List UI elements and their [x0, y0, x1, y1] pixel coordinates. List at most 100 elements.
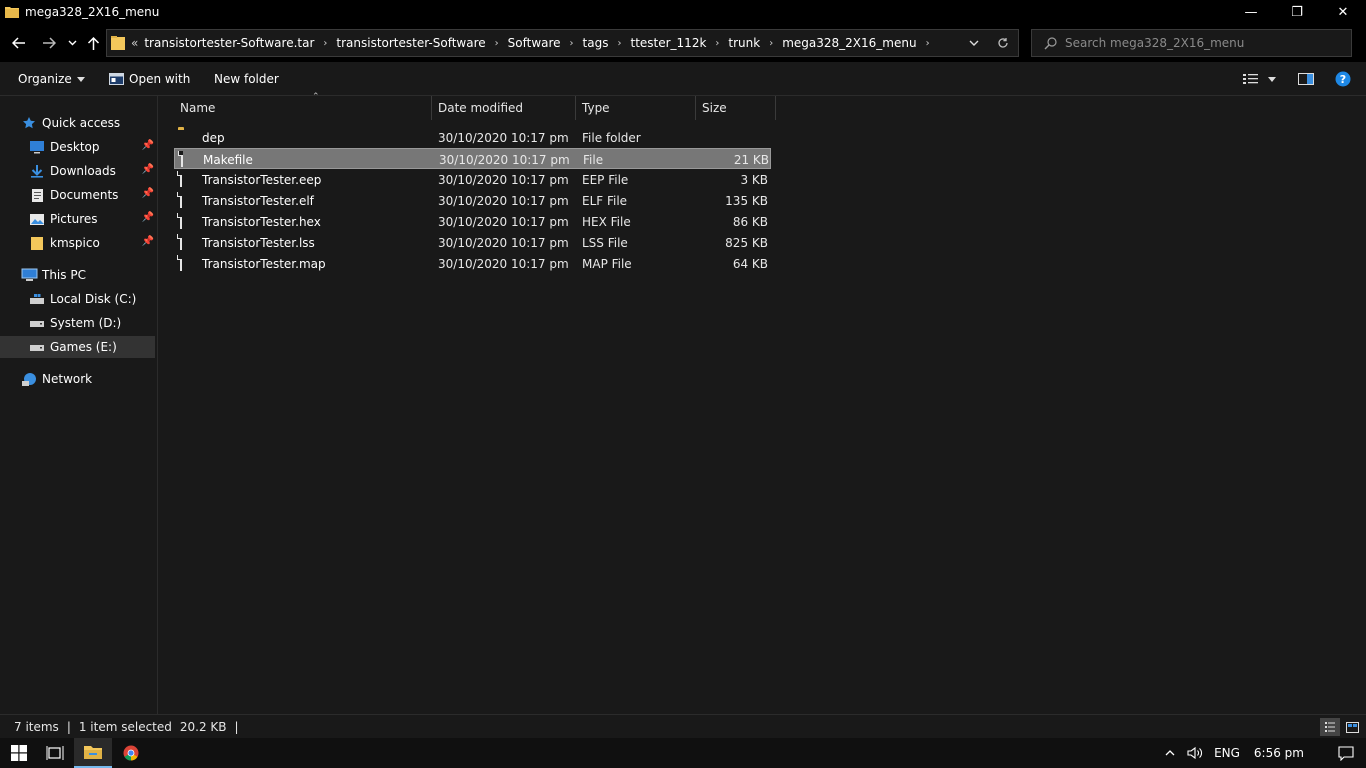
forward-button[interactable] [38, 32, 60, 54]
large-icons-view-icon [1345, 721, 1359, 733]
volume-button[interactable] [1182, 746, 1208, 760]
open-with-button[interactable]: Open with [109, 70, 190, 88]
preview-pane-button[interactable] [1298, 70, 1314, 88]
pin-icon[interactable]: 📌 [142, 164, 154, 175]
language-indicator[interactable]: ENG [1214, 746, 1240, 760]
nav-label: This PC [42, 268, 86, 282]
show-hidden-icons-button[interactable] [1158, 750, 1182, 756]
nav-drive-c[interactable]: Local Disk (C:) [28, 288, 158, 310]
nav-quick-access[interactable]: Quick access [20, 112, 158, 134]
breadcrumb-item[interactable]: Software [508, 36, 561, 50]
breadcrumb-item[interactable]: transistortester-Software [336, 36, 485, 50]
column-header-date[interactable]: Date modified [432, 96, 576, 120]
file-name: Makefile [203, 152, 253, 167]
windows-logo-icon [11, 745, 27, 761]
column-header-size[interactable]: Size [696, 96, 776, 120]
chrome-taskbar-button[interactable] [112, 738, 150, 768]
clock[interactable]: 6:56 pm [1254, 746, 1304, 760]
table-row[interactable]: TransistorTester.hex 30/10/2020 10:17 pm… [174, 211, 771, 232]
table-row-selected[interactable]: Makefile 30/10/2020 10:17 pm File 21 KB [174, 148, 771, 169]
taskbar: ENG 6:56 pm [0, 738, 1366, 768]
maximize-button[interactable]: ❐ [1274, 0, 1320, 24]
column-label: Type [582, 101, 610, 115]
start-button[interactable] [0, 738, 38, 768]
chevron-right-icon[interactable]: › [495, 38, 499, 49]
nav-pictures[interactable]: Pictures 📌 [28, 208, 158, 230]
minimize-button[interactable]: — [1228, 0, 1274, 24]
back-arrow-icon [12, 37, 25, 49]
new-folder-label: New folder [214, 72, 279, 86]
up-arrow-icon [87, 36, 99, 50]
breadcrumb-item[interactable]: mega328_2X16_menu [782, 36, 916, 50]
details-view-toggle[interactable] [1320, 718, 1340, 736]
table-row[interactable]: TransistorTester.elf 30/10/2020 10:17 pm… [174, 190, 771, 211]
file-icon [180, 212, 182, 229]
breadcrumb-item[interactable]: transistortester-Software.tar [144, 36, 314, 50]
nav-network[interactable]: Network [20, 368, 158, 390]
chevron-right-icon[interactable]: › [715, 38, 719, 49]
chevron-right-icon[interactable]: › [323, 38, 327, 49]
help-button[interactable]: ? [1335, 70, 1351, 88]
breadcrumb-item[interactable]: tags [583, 36, 609, 50]
pin-icon[interactable]: 📌 [142, 236, 154, 247]
chevron-right-icon[interactable]: › [617, 38, 621, 49]
file-type: EEP File [582, 172, 629, 187]
status-separator: | [66, 719, 71, 734]
pin-icon[interactable]: 📌 [142, 188, 154, 199]
table-row[interactable]: dep 30/10/2020 10:17 pm File folder [174, 127, 771, 148]
search-box[interactable] [1031, 29, 1352, 57]
column-label: Name [180, 101, 216, 115]
refresh-button[interactable] [988, 37, 1018, 49]
breadcrumb-item[interactable]: trunk [728, 36, 760, 50]
table-row[interactable]: TransistorTester.eep 30/10/2020 10:17 pm… [174, 169, 771, 190]
address-row: « transistortester-Software.tar › transi… [0, 24, 1366, 62]
large-icons-view-toggle[interactable] [1342, 718, 1362, 736]
nav-desktop[interactable]: Desktop 📌 [28, 136, 158, 158]
nav-drive-d[interactable]: System (D:) [28, 312, 158, 334]
action-center-button[interactable] [1326, 745, 1366, 761]
address-bar[interactable]: « transistortester-Software.tar › transi… [106, 29, 1019, 57]
nav-kmspico[interactable]: kmspico 📌 [28, 232, 158, 254]
nav-documents[interactable]: Documents 📌 [28, 184, 158, 206]
new-folder-button[interactable]: New folder [214, 70, 279, 88]
task-view-button[interactable] [36, 738, 74, 768]
file-name: TransistorTester.map [202, 256, 326, 271]
nav-downloads[interactable]: Downloads 📌 [28, 160, 158, 182]
table-row[interactable]: TransistorTester.lss 30/10/2020 10:17 pm… [174, 232, 771, 253]
table-row[interactable]: TransistorTester.map 30/10/2020 10:17 pm… [174, 253, 771, 274]
view-options-button[interactable] [1242, 70, 1276, 88]
file-type: HEX File [582, 214, 631, 229]
chevron-right-icon[interactable]: › [769, 38, 773, 49]
back-button[interactable] [8, 32, 30, 54]
organize-button[interactable]: Organize [18, 70, 85, 88]
nav-drive-e[interactable]: Games (E:) [0, 336, 155, 358]
pin-icon[interactable]: 📌 [142, 140, 154, 151]
search-input[interactable] [1065, 36, 1345, 50]
breadcrumb-overflow[interactable]: « [131, 36, 138, 50]
file-list: ⌃ Name Date modified Type Size dep 30/10… [158, 92, 1366, 714]
file-type: MAP File [582, 256, 632, 271]
system-tray: ENG 6:56 pm [1158, 738, 1366, 768]
up-button[interactable] [84, 32, 102, 54]
column-header-name[interactable]: ⌃ Name [174, 92, 432, 120]
file-name: TransistorTester.hex [202, 214, 321, 229]
file-type: File [583, 152, 604, 167]
folder-icon [28, 235, 46, 251]
file-explorer-taskbar-button[interactable] [74, 738, 112, 768]
close-button[interactable]: ✕ [1320, 0, 1366, 24]
file-name: TransistorTester.lss [202, 235, 315, 250]
breadcrumb-item[interactable]: ttester_112k [630, 36, 706, 50]
pin-icon[interactable]: 📌 [142, 212, 154, 223]
column-header-type[interactable]: Type [576, 96, 696, 120]
address-dropdown-button[interactable] [960, 40, 988, 46]
chevron-right-icon[interactable]: › [926, 38, 930, 49]
folder-icon [111, 35, 125, 51]
chevron-down-icon [68, 40, 76, 46]
pictures-icon [28, 211, 46, 227]
file-date: 30/10/2020 10:17 pm [438, 235, 569, 250]
recent-locations-button[interactable] [64, 32, 80, 54]
drive-icon [28, 339, 46, 355]
chevron-right-icon[interactable]: › [570, 38, 574, 49]
open-with-label: Open with [129, 72, 191, 86]
nav-this-pc[interactable]: This PC [20, 264, 158, 286]
